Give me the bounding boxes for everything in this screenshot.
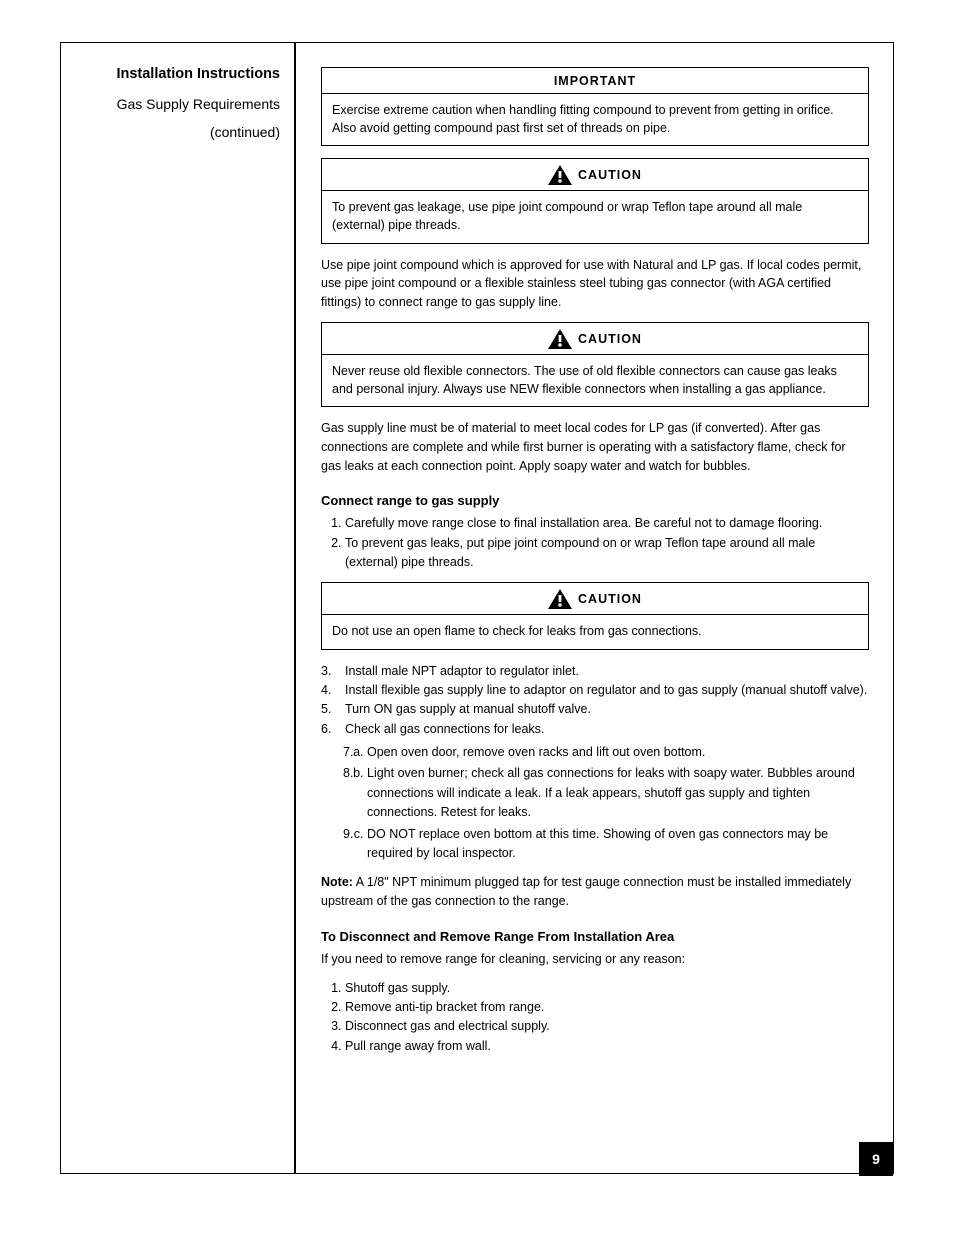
connect-steps-cont: Install male NPT adaptor to regulator in…	[321, 662, 869, 864]
disconnect-step-2: Remove anti-tip bracket from range.	[345, 998, 869, 1017]
substep-a: Open oven door, remove oven racks and li…	[367, 743, 869, 762]
disconnect-step-3: Disconnect gas and electrical supply.	[345, 1017, 869, 1036]
sidebar: Installation Instructions Gas Supply Req…	[61, 43, 294, 1173]
connect-step-6-text: Check all gas connections for leaks.	[345, 722, 544, 736]
disconnect-steps: Shutoff gas supply. Remove anti-tip brac…	[321, 979, 869, 1057]
connect-step-4: Install flexible gas supply line to adap…	[345, 681, 869, 700]
connect-step-3: Install male NPT adaptor to regulator in…	[345, 662, 869, 681]
caution-label-3: CAUTION	[578, 592, 642, 606]
caution-box-2: CAUTION Never reuse old flexible connect…	[321, 322, 869, 407]
sidebar-sub-2: (continued)	[79, 123, 280, 142]
warning-icon	[548, 329, 572, 349]
connect-step-6: Check all gas connections for leaks. Ope…	[345, 720, 869, 864]
substep-c: DO NOT replace oven bottom at this time.…	[367, 825, 869, 864]
note-text: A 1/8" NPT minimum plugged tap for test …	[321, 875, 851, 908]
important-header: IMPORTANT	[322, 68, 868, 94]
caution-body-2: Never reuse old flexible connectors. The…	[322, 355, 868, 406]
page-number: 9	[859, 1142, 893, 1176]
disconnect-step-4: Pull range away from wall.	[345, 1037, 869, 1056]
caution-label-1: CAUTION	[578, 168, 642, 182]
caution-body-1: To prevent gas leakage, use pipe joint c…	[322, 191, 868, 242]
caution-box-1: CAUTION To prevent gas leakage, use pipe…	[321, 158, 869, 243]
sidebar-title: Installation Instructions	[79, 65, 280, 85]
caution-header-1: CAUTION	[322, 159, 868, 191]
paragraph-2: Gas supply line must be of material to m…	[321, 419, 869, 475]
heading-connect: Connect range to gas supply	[321, 493, 869, 508]
important-body: Exercise extreme caution when handling f…	[322, 94, 868, 145]
substep-b: Light oven burner; check all gas connect…	[367, 764, 869, 822]
connect-substeps: Open oven door, remove oven racks and li…	[345, 743, 869, 863]
note: Note: A 1/8" NPT minimum plugged tap for…	[321, 873, 869, 911]
disconnect-step-1: Shutoff gas supply.	[345, 979, 869, 998]
important-box: IMPORTANT Exercise extreme caution when …	[321, 67, 869, 146]
caution-body-3: Do not use an open flame to check for le…	[322, 615, 868, 648]
connect-step-1: Carefully move range close to final inst…	[345, 514, 869, 533]
caution-box-3: CAUTION Do not use an open flame to chec…	[321, 582, 869, 649]
note-label: Note:	[321, 875, 353, 889]
caution-label-2: CAUTION	[578, 332, 642, 346]
sidebar-sub-1: Gas Supply Requirements	[79, 95, 280, 114]
heading-disconnect: To Disconnect and Remove Range From Inst…	[321, 929, 869, 944]
disconnect-intro: If you need to remove range for cleaning…	[321, 950, 869, 969]
page-border: Installation Instructions Gas Supply Req…	[60, 42, 894, 1174]
warning-icon	[548, 165, 572, 185]
caution-header-3: CAUTION	[322, 583, 868, 615]
connect-step-2: To prevent gas leaks, put pipe joint com…	[345, 534, 869, 573]
column-divider	[294, 43, 296, 1173]
paragraph-1: Use pipe joint compound which is approve…	[321, 256, 869, 312]
connect-steps: Carefully move range close to final inst…	[321, 514, 869, 572]
connect-step-5: Turn ON gas supply at manual shutoff val…	[345, 700, 869, 719]
warning-icon	[548, 589, 572, 609]
caution-header-2: CAUTION	[322, 323, 868, 355]
main-content: IMPORTANT Exercise extreme caution when …	[321, 67, 869, 1066]
page: Installation Instructions Gas Supply Req…	[0, 0, 954, 1235]
